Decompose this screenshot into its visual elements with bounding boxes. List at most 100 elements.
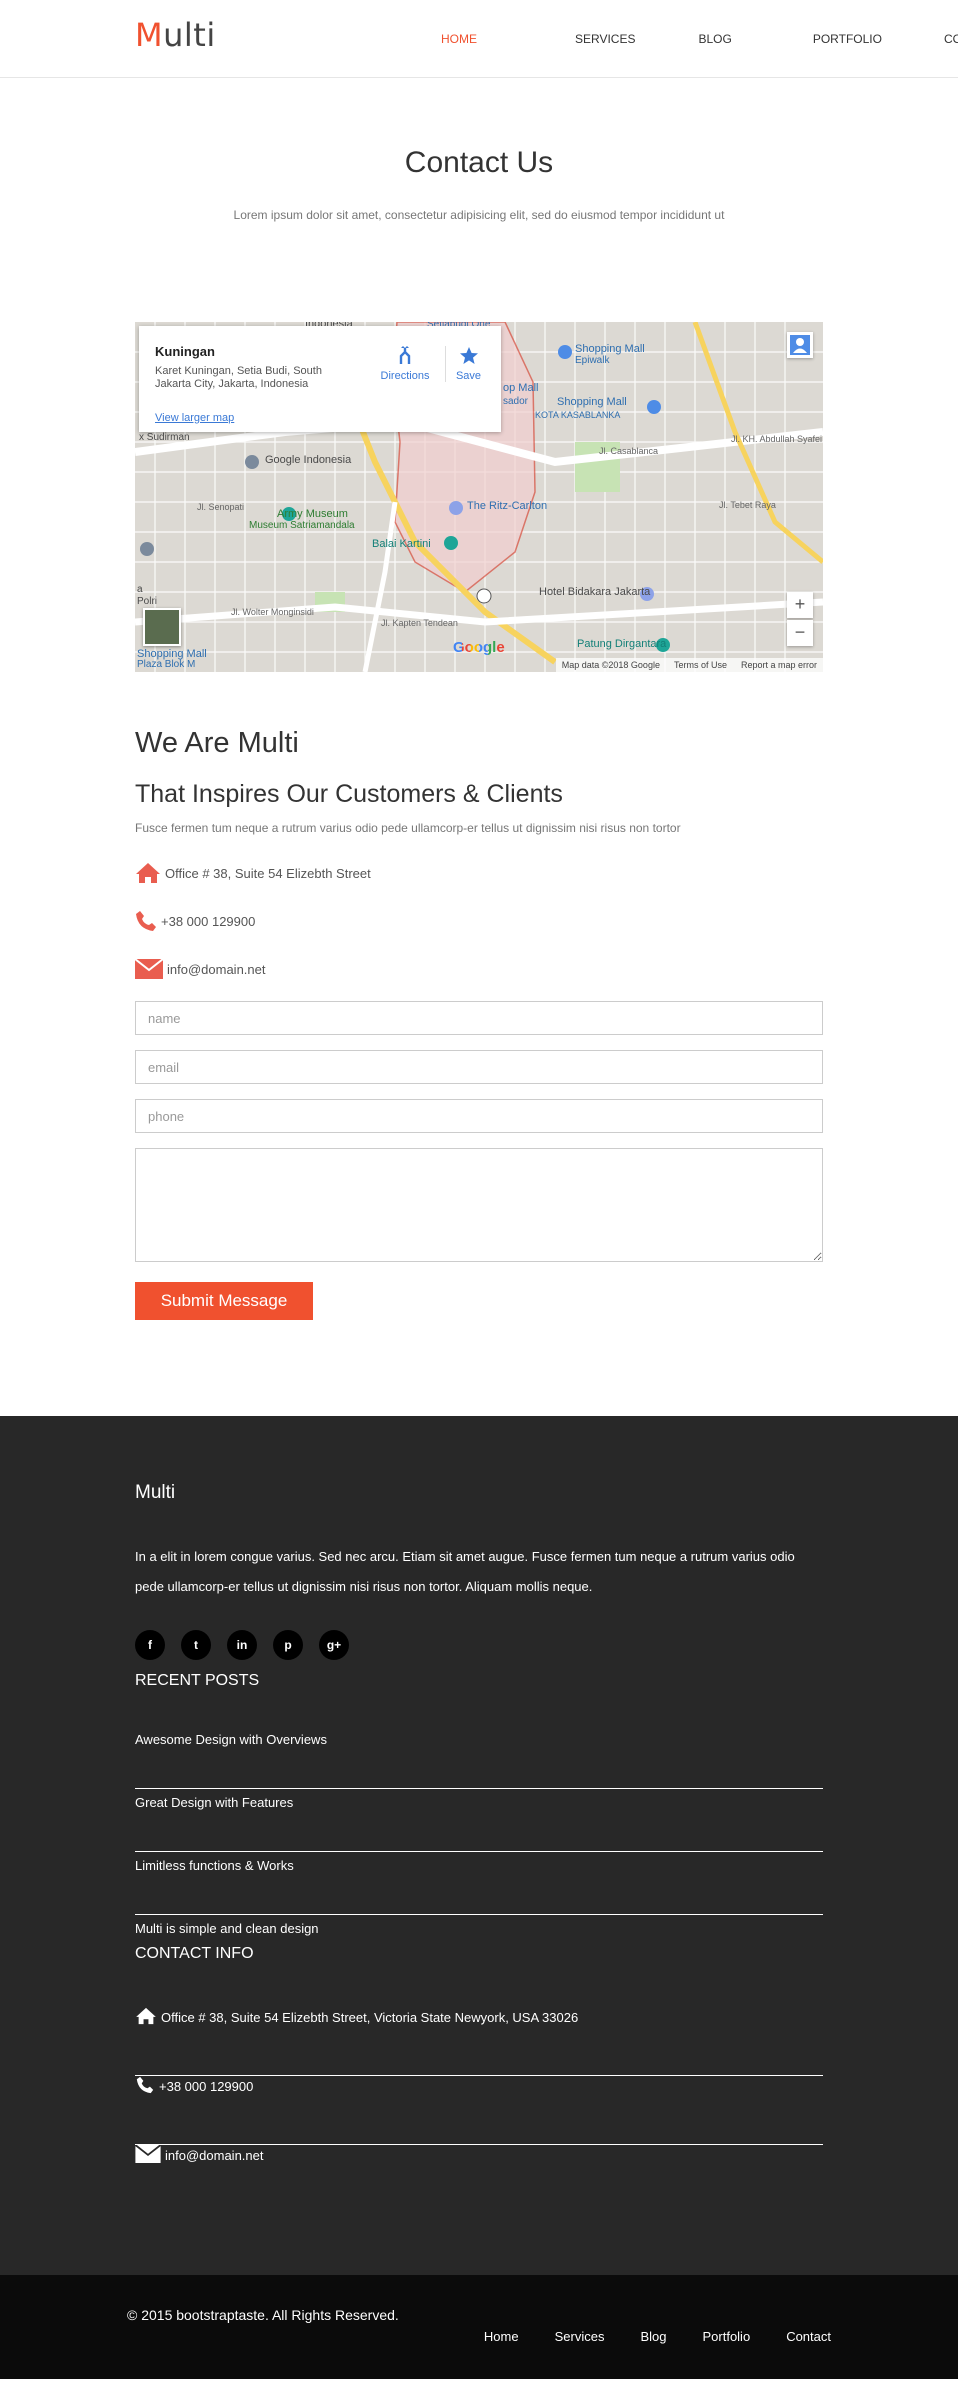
about-text: Fusce fermen tum neque a rutrum varius o… [135,821,681,835]
bottom-link-blog[interactable]: Blog [640,2329,666,2344]
map-label-kh-abdullah: Jl. KH. Abdullah Syafei [731,434,823,444]
map-data-text: Map data ©2018 Google [561,660,660,670]
map-label-sador: sador [503,396,529,407]
envelope-icon [135,2145,161,2163]
address-text: Office # 38, Suite 54 Elizebth Street [165,865,371,881]
map-label-google-indonesia: Google Indonesia [265,454,352,466]
phone-input[interactable] [135,1099,823,1133]
map-label-kota-kasablanka: KOTA KASABLANKA [535,410,621,420]
email-text: info@domain.net [167,961,266,977]
map-label-a: a [137,584,143,595]
map-label-shopping-epiwalk: Shopping Mall [575,343,645,355]
map-info-card: Kuningan Karet Kuningan, Setia Budi, Sou… [139,326,501,432]
brand-logo[interactable]: Multi [135,16,216,54]
map-label-army-museum: Army Museum [277,508,348,520]
map-label-shopping-kk: Shopping Mall [557,396,627,408]
map-label-senopati: Jl. Senopati [197,502,245,512]
post-link[interactable]: Awesome Design with Overviews [135,1726,823,1789]
copyright: © 2015 bootstraptaste. All Rights Reserv… [127,2307,399,2323]
post-link[interactable]: Great Design with Features [135,1789,823,1852]
nav-contact[interactable]: CONTACT [944,32,958,46]
name-input[interactable] [135,1001,823,1035]
map-label-museum-satria: Museum Satriamandala [249,520,355,531]
email-row: info@domain.net [135,955,823,983]
directions-icon [399,346,411,364]
map-label-patung: Patung Dirgantara [577,638,667,650]
google-logo: Google [453,639,505,656]
message-textarea[interactable] [135,1148,823,1262]
brand-rest: ulti [163,16,216,54]
star-icon [459,347,478,364]
post-link[interactable]: Limitless functions & Works [135,1852,823,1915]
twitter-icon[interactable]: t [181,1630,211,1660]
main-nav: HOME SERVICES BLOG PORTFOLIO CONTACT [307,32,958,46]
footer-address: Office # 38, Suite 54 Elizebth Street, V… [135,2007,823,2076]
zoom-out-button[interactable]: − [787,620,813,646]
save-button[interactable]: Save [445,346,491,382]
google-wordmark: Google [453,639,505,656]
email-input[interactable] [135,1050,823,1084]
map-label-tebet: Jl. Tebet Raya [719,500,776,510]
recent-posts-list: Awesome Design with Overviews Great Desi… [135,1726,823,1945]
nav-blog[interactable]: BLOG [698,32,731,46]
map-label-polri: Polri [137,596,158,607]
directions-button[interactable]: Directions [375,346,435,382]
map-attribution: Map data ©2018 Google Terms of Use Repor… [555,658,823,672]
page-subtitle: Lorem ipsum dolor sit amet, consectetur … [233,208,725,222]
zoom-in-button[interactable]: + [787,592,813,618]
contact-info-title: CONTACT INFO [135,1945,254,1962]
nav-home[interactable]: HOME [441,32,477,46]
terms-link[interactable]: Terms of Use [674,658,727,672]
map-label-ritz: The Ritz-Carlton [467,500,548,512]
satellite-toggle[interactable] [143,608,181,646]
contact-info-list: Office # 38, Suite 54 Elizebth Street, V… [135,2007,823,2214]
google-map[interactable]: Indonesia Setiabudi One Shopping Mall Ep… [135,322,823,672]
map-label-plaza-blok: Plaza Blok M [137,659,196,670]
post-link[interactable]: Multi is simple and clean design [135,1915,823,1945]
footer-brand: Multi [135,1482,176,1503]
footer-description: In a elit in lorem congue varius. Sed ne… [135,1549,795,1594]
home-icon [136,2007,156,2025]
footer-email-text: info@domain.net [165,2148,264,2163]
map-label-balai-kartini: Balai Kartini [372,538,431,550]
map-label-op-mall: op Mall [503,382,539,394]
recent-posts-title: RECENT POSTS [135,1672,260,1689]
footer-phone-text: +38 000 129900 [159,2079,254,2094]
bottom-link-services[interactable]: Services [555,2329,605,2344]
social-links: f t in p g+ [135,1630,823,1660]
facebook-icon[interactable]: f [135,1630,165,1660]
report-error-link[interactable]: Report a map error [741,658,817,672]
street-view-pegman[interactable] [787,332,813,358]
brand-initial: M [135,16,164,54]
address-row: Office # 38, Suite 54 Elizebth Street [135,859,823,887]
footer-phone: +38 000 129900 [135,2076,823,2145]
contact-section: Contact Us Lorem ipsum dolor sit amet, c… [135,146,823,1320]
phone-text: +38 000 129900 [161,913,256,929]
nav-services[interactable]: SERVICES [575,32,635,46]
bottom-link-home[interactable]: Home [484,2329,519,2344]
submit-message-button[interactable]: Submit Message [135,1282,313,1320]
map-label-wolter: Jl. Wolter Monginsidi [231,607,314,617]
bottom-link-contact[interactable]: Contact [786,2329,831,2344]
map-label-casablanca: Jl. Casablanca [599,446,659,456]
google-plus-icon[interactable]: g+ [319,1630,349,1660]
view-larger-map-link[interactable]: View larger map [155,412,234,424]
save-label: Save [455,370,482,382]
contact-form: Submit Message [135,1001,823,1320]
phone-icon [136,911,156,931]
bottom-nav: Home Services Blog Portfolio Contact [484,2329,831,2344]
bottom-link-portfolio[interactable]: Portfolio [702,2329,750,2344]
map-label-sudirman: x Sudirman [139,432,190,443]
pinterest-icon[interactable]: p [273,1630,303,1660]
home-icon [136,863,160,883]
footer: Multi In a elit in lorem congue varius. … [0,1416,958,2275]
page-title: Contact Us [404,146,554,179]
map-place-name: Kuningan [155,344,215,359]
about-subtitle: That Inspires Our Customers & Clients [135,780,563,808]
nav-portfolio[interactable]: PORTFOLIO [813,32,882,46]
map-label-kapten: Jl. Kapten Tendean [381,618,458,628]
linkedin-icon[interactable]: in [227,1630,257,1660]
envelope-icon [135,959,163,979]
phone-icon [136,2076,154,2094]
map-label-hotel-bidakara: Hotel Bidakara Jakarta [539,586,651,598]
